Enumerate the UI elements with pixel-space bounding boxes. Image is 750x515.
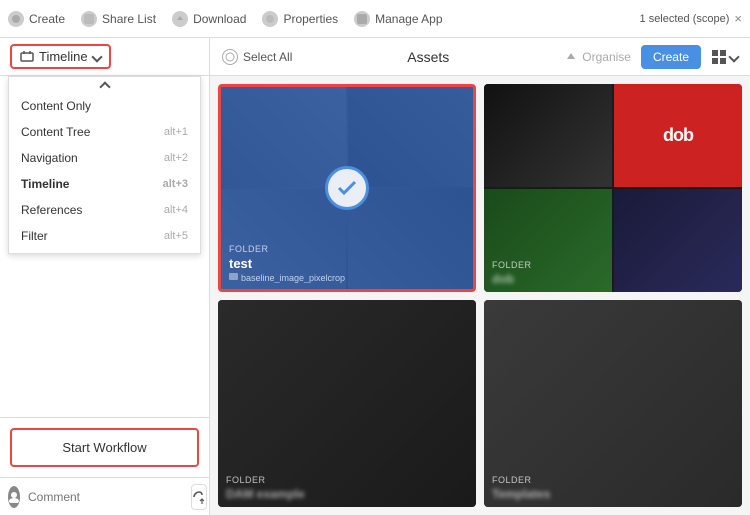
download-icon xyxy=(172,11,188,27)
card3-type: FOLDER xyxy=(226,475,468,485)
card1-type: FOLDER xyxy=(229,244,465,254)
navigation-label: Navigation xyxy=(21,151,78,165)
organise-button[interactable]: Organise xyxy=(564,50,631,64)
start-workflow-button[interactable]: Start Workflow xyxy=(10,428,199,467)
select-all-icon xyxy=(222,49,238,65)
asset-card-templates[interactable]: FOLDER Templates xyxy=(484,300,742,508)
asset-card-dam-example[interactable]: FOLDER DAM example xyxy=(218,300,476,508)
share-list-toolbar-item[interactable]: Share List xyxy=(81,11,156,27)
dropdown-item-timeline[interactable]: Timeline alt+3 xyxy=(9,171,200,197)
avatar xyxy=(8,486,20,508)
content-tree-label: Content Tree xyxy=(21,125,90,139)
comment-area xyxy=(0,477,209,515)
selected-checkmark xyxy=(325,166,369,210)
dropdown-item-content-tree[interactable]: Content Tree alt+1 xyxy=(9,119,200,145)
timeline-label: Timeline xyxy=(39,49,88,64)
selected-badge: 1 selected (scope) × xyxy=(640,11,742,26)
sidebar-bottom: Start Workflow xyxy=(0,417,209,477)
card1-subtitle: baseline_image_pixelcrop xyxy=(229,273,465,283)
share-icon xyxy=(81,11,97,27)
download-toolbar-item[interactable]: Download xyxy=(172,11,246,27)
assets-grid: FOLDER test baseline_image_pixelcrop dob xyxy=(210,76,750,515)
card4-type: FOLDER xyxy=(492,475,734,485)
chevron-down-icon xyxy=(91,51,102,62)
create-button[interactable]: Create xyxy=(641,45,701,69)
send-icon xyxy=(192,490,206,504)
select-all-button[interactable]: Select All xyxy=(222,49,292,65)
card2-info: FOLDER dob xyxy=(484,254,742,292)
filter-shortcut: alt+5 xyxy=(164,230,188,242)
card4-info: FOLDER Templates xyxy=(484,469,742,507)
create-icon xyxy=(8,11,24,27)
asset-card-dob[interactable]: dob FOLDER dob xyxy=(484,84,742,292)
card1-info: FOLDER test baseline_image_pixelcrop xyxy=(221,238,473,289)
asset-card-test[interactable]: FOLDER test baseline_image_pixelcrop xyxy=(218,84,476,292)
card3-info: FOLDER DAM example xyxy=(218,469,476,507)
filter-label: Filter xyxy=(21,229,48,243)
content-tree-shortcut: alt+1 xyxy=(164,126,188,138)
manage-app-toolbar-item[interactable]: Manage App xyxy=(354,11,442,27)
properties-toolbar-item[interactable]: Properties xyxy=(262,11,338,27)
create-label: Create xyxy=(29,12,65,26)
share-list-label: Share List xyxy=(102,12,156,26)
sidebar-header: Timeline xyxy=(0,38,209,76)
view-toggle[interactable] xyxy=(711,49,738,65)
references-shortcut: alt+4 xyxy=(164,204,188,216)
send-button[interactable] xyxy=(191,484,207,510)
content-only-label: Content Only xyxy=(21,99,91,113)
organise-label: Organise xyxy=(582,50,631,64)
timeline-icon xyxy=(20,50,34,64)
timeline-button[interactable]: Timeline xyxy=(10,44,111,69)
card2-name: dob xyxy=(492,272,734,286)
sidebar: Timeline Content Only Content Tree alt+1… xyxy=(0,38,210,515)
view-chevron-icon xyxy=(728,51,739,62)
references-label: References xyxy=(21,203,82,217)
grid-view-icon xyxy=(711,49,727,65)
manage-app-label: Manage App xyxy=(375,12,442,26)
organise-icon xyxy=(564,50,578,64)
download-label: Download xyxy=(193,12,246,26)
comment-input[interactable] xyxy=(28,490,183,504)
timeline-dropdown-label: Timeline xyxy=(21,177,69,191)
create-toolbar-item[interactable]: Create xyxy=(8,11,65,27)
assets-header: Select All Assets Organise Create xyxy=(210,38,750,76)
deselect-button[interactable]: × xyxy=(734,11,742,26)
main-layout: Timeline Content Only Content Tree alt+1… xyxy=(0,38,750,515)
properties-label: Properties xyxy=(283,12,338,26)
properties-icon xyxy=(262,11,278,27)
card3-name: DAM example xyxy=(226,487,468,501)
dropdown-item-content-only[interactable]: Content Only xyxy=(9,93,200,119)
timeline-shortcut: alt+3 xyxy=(163,178,188,190)
sidebar-dropdown: Content Only Content Tree alt+1 Navigati… xyxy=(8,76,201,254)
dropdown-item-filter[interactable]: Filter alt+5 xyxy=(9,223,200,249)
manage-icon xyxy=(354,11,370,27)
card2-image-2: dob xyxy=(614,84,742,187)
scroll-up-button[interactable] xyxy=(9,81,200,93)
dropdown-item-references[interactable]: References alt+4 xyxy=(9,197,200,223)
card2-type: FOLDER xyxy=(492,260,734,270)
navigation-shortcut: alt+2 xyxy=(164,152,188,164)
assets-title: Assets xyxy=(302,49,554,65)
arrow-up-icon xyxy=(99,81,110,92)
dropdown-item-navigation[interactable]: Navigation alt+2 xyxy=(9,145,200,171)
card2-image-1 xyxy=(484,84,612,187)
content-area: Select All Assets Organise Create xyxy=(210,38,750,515)
select-all-label: Select All xyxy=(243,50,292,64)
card4-name: Templates xyxy=(492,487,734,501)
toolbar: Create Share List Download Properties Ma… xyxy=(0,0,750,38)
card1-name: test xyxy=(229,256,465,271)
